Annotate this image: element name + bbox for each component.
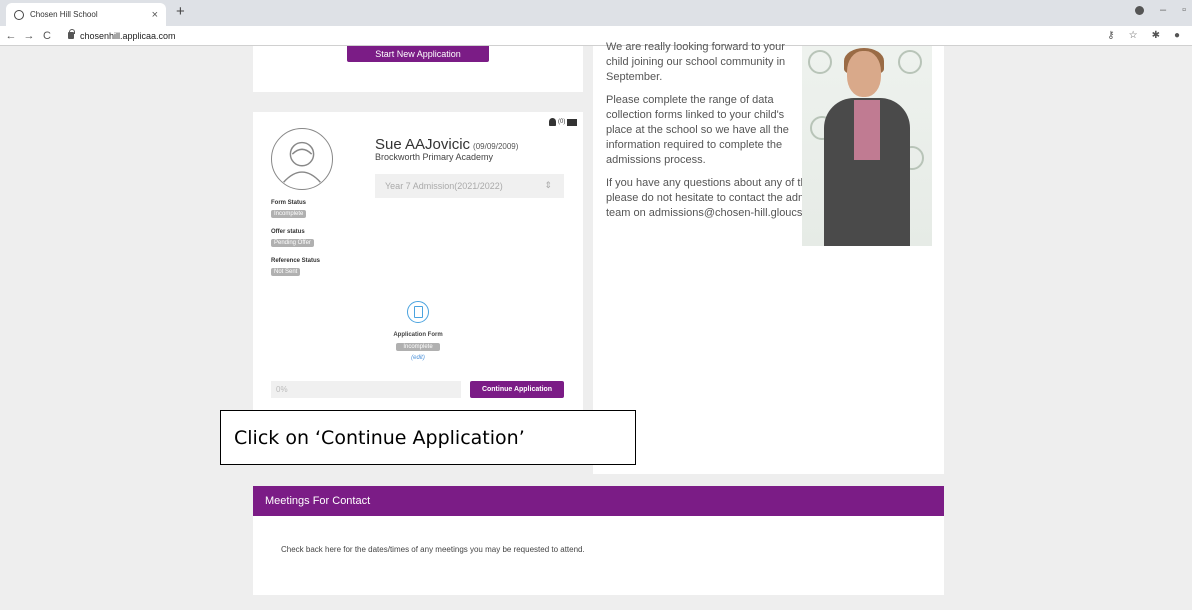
profile-dot-icon[interactable] [1134, 5, 1144, 15]
admission-year-value: Year 7 Admission(2021/2022) [385, 181, 503, 191]
student-dob: (09/09/2009) [473, 142, 519, 151]
notifications[interactable]: (0) [549, 118, 578, 126]
window-controls: – ▫ [1134, 4, 1186, 16]
site-favicon-icon [14, 9, 24, 20]
browser-tab-bar: Chosen Hill School × + – ▫ [0, 0, 1192, 26]
student-school: Brockworth Primary Academy [375, 152, 494, 162]
school-crest-icon [808, 50, 832, 74]
school-crest-icon [898, 50, 922, 74]
tab-close-icon[interactable]: × [152, 9, 158, 21]
address-bar: ← → C chosenhill.applicaa.com ⚷ ☆ ✱ ● [0, 26, 1192, 46]
reference-status-label: Reference Status [271, 258, 321, 264]
minimize-icon[interactable]: – [1160, 4, 1166, 16]
welcome-card: We are really looking forward to your ch… [593, 41, 944, 474]
profile-icon[interactable]: ● [1174, 30, 1180, 41]
student-avatar-icon [271, 128, 333, 190]
instruction-callout: Click on ‘Continue Application’ [220, 410, 636, 465]
reference-status-badge: Not Sent [271, 268, 301, 276]
progress-text: 0% [276, 385, 288, 394]
extensions-icon[interactable]: ✱ [1152, 30, 1160, 41]
form-status-label: Form Status [271, 200, 307, 206]
meetings-title: Meetings For Contact [253, 486, 944, 516]
start-application-button[interactable]: Start New Application [347, 46, 489, 62]
form-status-badge: Incomplete [271, 210, 307, 218]
application-form-status-badge: Incomplete [396, 343, 440, 351]
document-icon[interactable] [407, 301, 429, 323]
notification-count: (0) [558, 119, 566, 125]
student-name: Sue AAJovicic (09/09/2009) [375, 136, 518, 153]
offer-status-label: Offer status [271, 229, 305, 235]
key-icon[interactable]: ⚷ [1107, 30, 1114, 41]
url-text: chosenhill.applicaa.com [80, 30, 176, 41]
headteacher-photo [802, 46, 932, 246]
continue-application-button[interactable]: Continue Application [470, 381, 564, 398]
bell-icon[interactable] [549, 118, 556, 126]
edit-link[interactable]: (edit) [363, 355, 473, 361]
select-arrows-icon: ⇕ [544, 180, 552, 190]
student-name-text: Sue AAJovicic [375, 136, 471, 153]
admission-year-select[interactable]: Year 7 Admission(2021/2022) ⇕ [375, 174, 564, 198]
progress-bar: 0% [271, 381, 461, 398]
star-icon[interactable]: ☆ [1129, 30, 1138, 41]
welcome-paragraph-2: Please complete the range of data collec… [606, 94, 789, 166]
reload-icon[interactable]: C [40, 30, 54, 42]
new-tab-icon[interactable]: + [176, 3, 185, 20]
meetings-text: Check back here for the dates/times of a… [281, 545, 585, 554]
url-field[interactable]: chosenhill.applicaa.com [68, 29, 176, 41]
browser-tab[interactable]: Chosen Hill School × [6, 3, 166, 26]
welcome-text: We are really looking forward to your ch… [606, 41, 846, 229]
offer-status-badge: Pending Offer [271, 239, 314, 247]
application-card: Sue AAJovicic (09/09/2009) Brockworth Pri… [253, 112, 583, 410]
photo-figure-shirt [854, 100, 880, 160]
tab-title: Chosen Hill School [30, 10, 98, 19]
new-application-card: Start New Application [253, 46, 583, 92]
meetings-card: Meetings For Contact Check back here for… [253, 486, 944, 595]
envelope-icon[interactable] [567, 118, 578, 126]
forward-icon[interactable]: → [22, 30, 36, 42]
lock-icon [68, 29, 75, 39]
maximize-icon[interactable]: ▫ [1182, 4, 1186, 16]
welcome-paragraph-1: We are really looking forward to your ch… [606, 41, 786, 83]
photo-figure-head [847, 51, 881, 97]
back-icon[interactable]: ← [4, 30, 18, 42]
address-bar-actions: ⚷ ☆ ✱ ● [1107, 30, 1180, 41]
application-form-label: Application Form [393, 332, 443, 338]
